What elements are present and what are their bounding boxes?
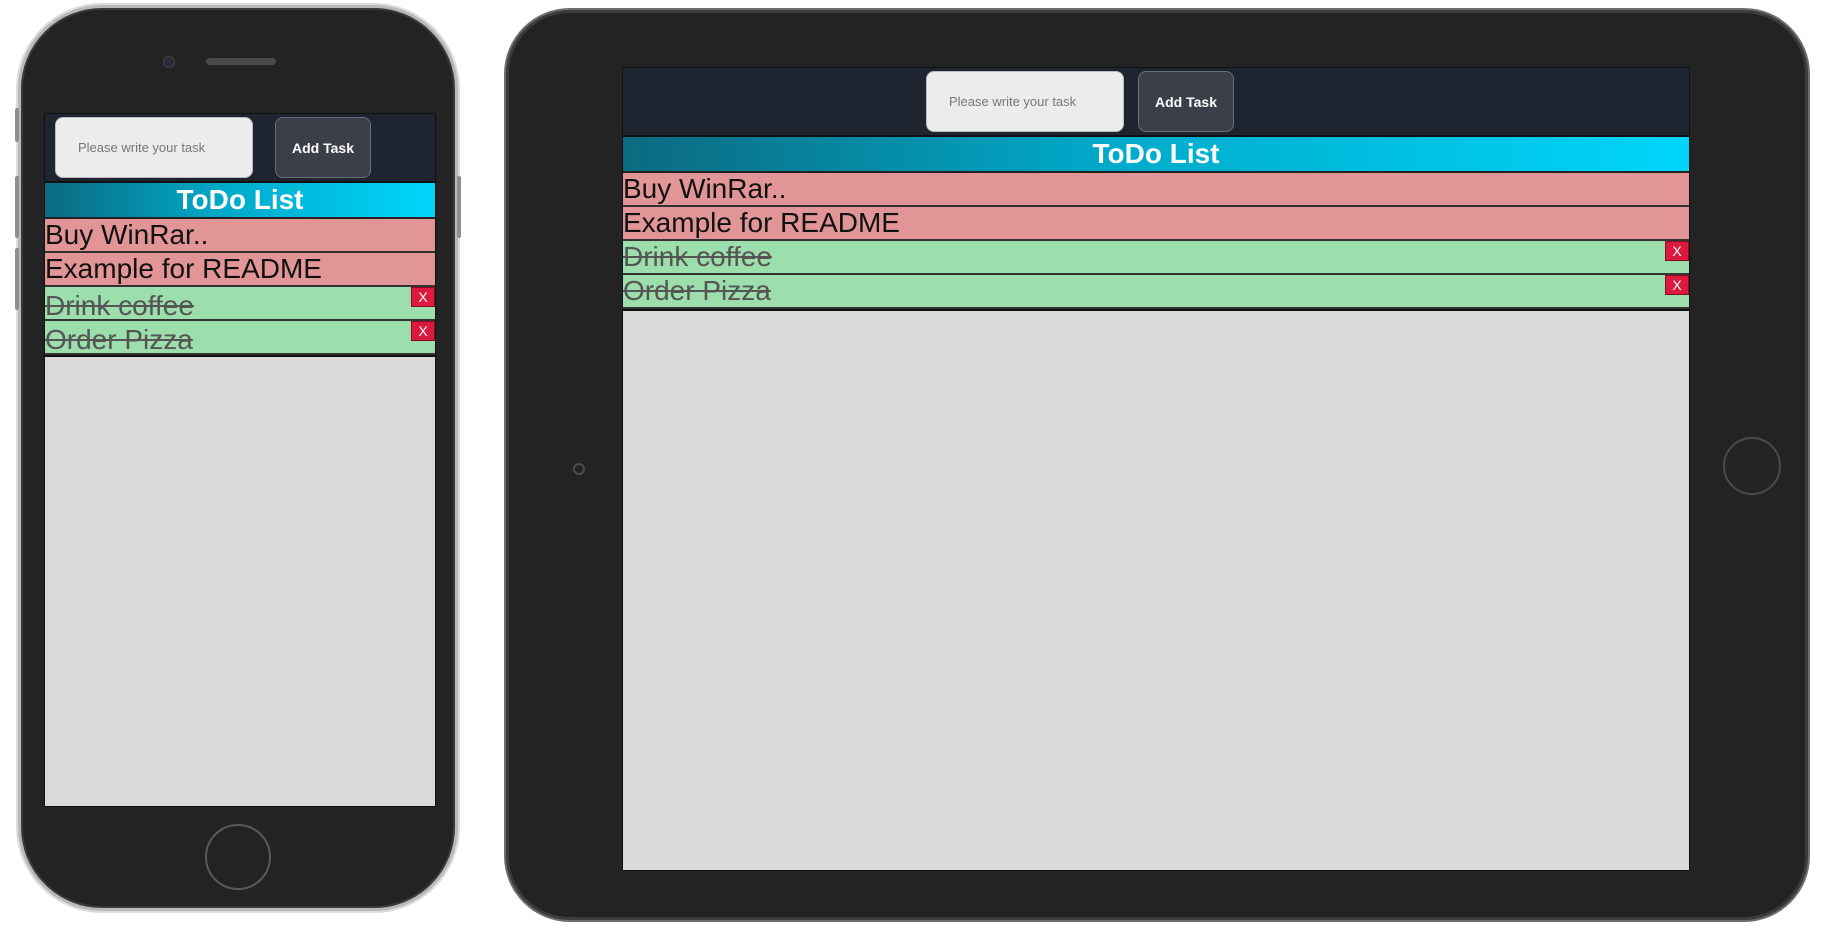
phone-volume-up — [15, 176, 19, 238]
phone-device-frame: Add Task ToDo List Buy WinRar.. Example … — [15, 5, 461, 911]
tablet-camera — [573, 463, 585, 475]
todo-text: Example for README — [623, 207, 900, 238]
todo-text: Buy WinRar.. — [45, 219, 209, 250]
todo-list: Buy WinRar.. Example for README Drink co… — [45, 219, 435, 357]
phone-home-button — [205, 824, 271, 890]
delete-task-button[interactable]: X — [411, 321, 435, 341]
phone-speaker — [206, 58, 276, 65]
list-title: ToDo List — [623, 137, 1689, 173]
todo-item-completed[interactable]: Drink coffee X — [45, 287, 435, 321]
tablet-home-button — [1723, 437, 1781, 495]
delete-task-button[interactable]: X — [411, 287, 435, 307]
todo-text: Order Pizza — [45, 324, 193, 355]
tablet-device-frame: Add Task ToDo List Buy WinRar.. Example … — [506, 10, 1808, 920]
delete-task-button[interactable]: X — [1665, 241, 1689, 261]
todo-item-completed[interactable]: Drink coffee X — [623, 241, 1689, 275]
todo-list: Buy WinRar.. Example for README Drink co… — [623, 173, 1689, 311]
app-header: Add Task — [623, 68, 1689, 137]
todo-item[interactable]: Example for README — [623, 207, 1689, 241]
delete-task-button[interactable]: X — [1665, 275, 1689, 295]
todo-text: Order Pizza — [623, 275, 771, 306]
phone-camera — [163, 56, 175, 68]
todo-text: Buy WinRar.. — [623, 173, 787, 204]
todo-text: Drink coffee — [45, 290, 194, 321]
todo-item[interactable]: Example for README — [45, 253, 435, 287]
task-input[interactable] — [926, 71, 1124, 132]
add-task-button[interactable]: Add Task — [1138, 71, 1234, 132]
todo-text: Drink coffee — [623, 241, 772, 272]
todo-text: Example for README — [45, 253, 322, 284]
todo-item-completed[interactable]: Order Pizza X — [623, 275, 1689, 309]
todo-item-completed[interactable]: Order Pizza X — [45, 321, 435, 355]
list-divider — [45, 355, 435, 357]
tablet-screen: Add Task ToDo List Buy WinRar.. Example … — [622, 67, 1690, 871]
phone-screen: Add Task ToDo List Buy WinRar.. Example … — [44, 113, 436, 807]
list-divider — [623, 309, 1689, 311]
phone-power-button — [457, 176, 461, 238]
task-input[interactable] — [55, 117, 253, 178]
app-header: Add Task — [45, 114, 435, 183]
phone-volume-down — [15, 248, 19, 310]
phone-mute-switch — [15, 108, 19, 142]
todo-item[interactable]: Buy WinRar.. — [45, 219, 435, 253]
todo-item[interactable]: Buy WinRar.. — [623, 173, 1689, 207]
add-task-button[interactable]: Add Task — [275, 117, 371, 178]
list-title: ToDo List — [45, 183, 435, 219]
